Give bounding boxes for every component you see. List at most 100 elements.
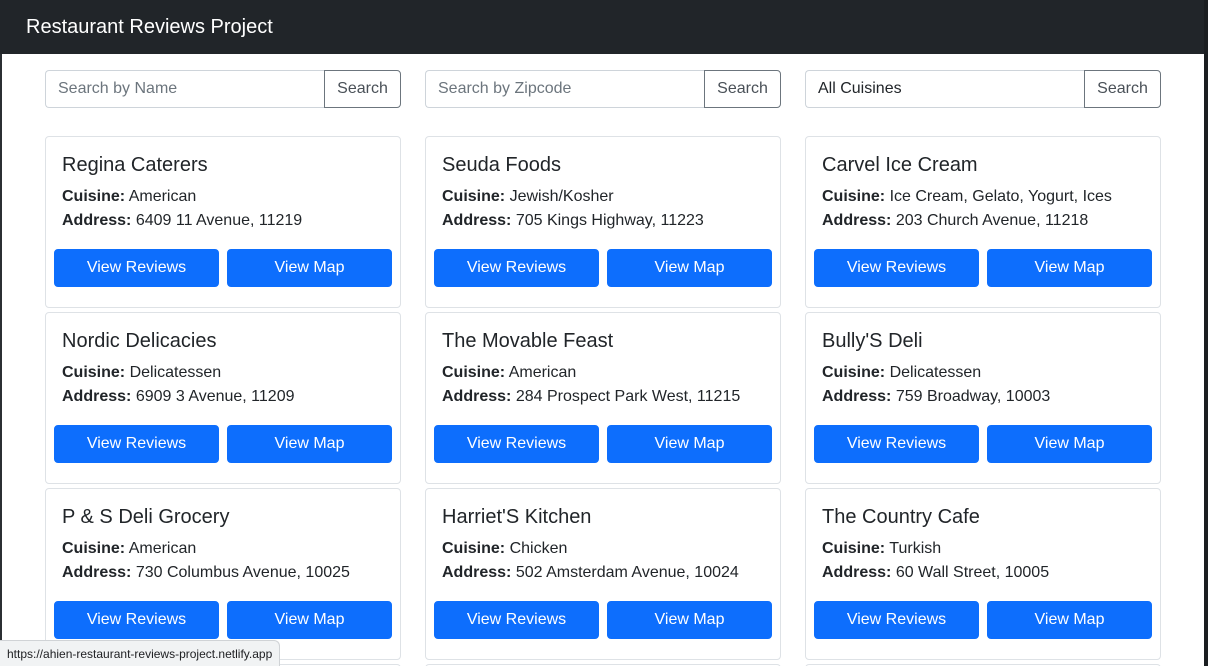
restaurant-cuisine: Cuisine: Delicatessen [62,361,384,385]
name-search-group: Search [45,70,401,108]
address-label: Address: [822,388,892,405]
card-actions: View Reviews View Map [54,425,392,463]
view-map-button[interactable]: View Map [987,249,1152,287]
cuisine-label: Cuisine: [442,540,506,557]
view-map-button[interactable]: View Map [607,425,772,463]
address-label: Address: [442,212,512,229]
card-actions: View Reviews View Map [54,249,392,287]
search-row: Search Search All Cuisines Search [45,70,1161,108]
navbar-brand[interactable]: Restaurant Reviews Project [26,16,273,39]
restaurant-card: The Movable Feast Cuisine: American Addr… [425,312,781,484]
view-map-button[interactable]: View Map [227,249,392,287]
card-actions: View Reviews View Map [434,249,772,287]
cuisine-value: Delicatessen [889,364,982,381]
restaurant-address: Address: 759 Broadway, 10003 [822,385,1144,409]
cuisine-label: Cuisine: [822,540,886,557]
restaurant-address: Address: 284 Prospect Park West, 11215 [442,385,764,409]
restaurant-grid: Regina Caterers Cuisine: American Addres… [45,136,1161,666]
restaurant-cuisine: Cuisine: American [62,537,384,561]
restaurant-card: Harriet'S Kitchen Cuisine: Chicken Addre… [425,488,781,660]
view-map-button[interactable]: View Map [607,249,772,287]
zip-search-button[interactable]: Search [704,70,781,108]
view-reviews-button[interactable]: View Reviews [434,601,599,639]
restaurant-card: Seuda Foods Cuisine: Jewish/Kosher Addre… [425,136,781,308]
restaurant-name: Harriet'S Kitchen [442,506,592,528]
restaurant-name: Seuda Foods [442,154,561,176]
cuisine-label: Cuisine: [442,188,506,205]
address-value: 284 Prospect Park West, 11215 [515,388,741,405]
view-map-button[interactable]: View Map [227,425,392,463]
view-reviews-button[interactable]: View Reviews [54,249,219,287]
cuisine-value: Delicatessen [129,364,222,381]
card-actions: View Reviews View Map [814,601,1152,639]
view-reviews-button[interactable]: View Reviews [434,425,599,463]
view-map-button[interactable]: View Map [987,601,1152,639]
address-label: Address: [442,564,512,581]
address-value: 203 Church Avenue, 11218 [895,212,1089,229]
view-reviews-button[interactable]: View Reviews [814,601,979,639]
view-map-button[interactable]: View Map [607,601,772,639]
cuisine-value: Jewish/Kosher [509,188,614,205]
cuisine-value: Turkish [889,540,942,557]
view-reviews-button[interactable]: View Reviews [434,249,599,287]
address-value: 6909 3 Avenue, 11209 [135,388,295,405]
restaurant-name: Regina Caterers [62,154,208,176]
restaurant-card: Nordic Delicacies Cuisine: Delicatessen … [45,312,401,484]
view-reviews-button[interactable]: View Reviews [814,425,979,463]
address-label: Address: [62,388,132,405]
address-value: 6409 11 Avenue, 11219 [135,212,303,229]
cuisine-value: American [508,364,577,381]
address-value: 705 Kings Highway, 11223 [515,212,704,229]
restaurant-cuisine: Cuisine: Ice Cream, Gelato, Yogurt, Ices [822,185,1144,209]
status-bar-url: https://ahien-restaurant-reviews-project… [0,640,281,666]
restaurant-cuisine: Cuisine: Delicatessen [822,361,1144,385]
address-value: 502 Amsterdam Avenue, 10024 [515,564,739,581]
restaurant-cuisine: Cuisine: Turkish [822,537,1144,561]
address-label: Address: [822,564,892,581]
restaurant-cuisine: Cuisine: Jewish/Kosher [442,185,764,209]
restaurant-address: Address: 6909 3 Avenue, 11209 [62,385,384,409]
card-actions: View Reviews View Map [54,601,392,639]
view-reviews-button[interactable]: View Reviews [54,601,219,639]
cuisine-value: American [128,188,197,205]
cuisine-label: Cuisine: [62,364,126,381]
cuisine-select[interactable]: All Cuisines [805,70,1084,108]
cuisine-search-button[interactable]: Search [1084,70,1161,108]
cuisine-search-group: All Cuisines Search [805,70,1161,108]
cuisine-label: Cuisine: [822,364,886,381]
restaurant-name: Carvel Ice Cream [822,154,978,176]
card-actions: View Reviews View Map [814,425,1152,463]
view-map-button[interactable]: View Map [987,425,1152,463]
card-actions: View Reviews View Map [814,249,1152,287]
restaurant-card: Carvel Ice Cream Cuisine: Ice Cream, Gel… [805,136,1161,308]
restaurant-address: Address: 730 Columbus Avenue, 10025 [62,561,384,585]
restaurant-address: Address: 705 Kings Highway, 11223 [442,209,764,233]
restaurant-card: P & S Deli Grocery Cuisine: American Add… [45,488,401,660]
address-value: 730 Columbus Avenue, 10025 [135,564,350,581]
restaurant-address: Address: 6409 11 Avenue, 11219 [62,209,384,233]
restaurant-cuisine: Cuisine: American [442,361,764,385]
name-search-input[interactable] [45,70,324,108]
address-label: Address: [822,212,892,229]
navbar: Restaurant Reviews Project [0,0,1204,54]
card-actions: View Reviews View Map [434,425,772,463]
name-search-button[interactable]: Search [324,70,401,108]
address-label: Address: [442,388,512,405]
window-edge-left [0,54,2,666]
restaurant-card: Bully'S Deli Cuisine: Delicatessen Addre… [805,312,1161,484]
cuisine-value: American [128,540,197,557]
cuisine-label: Cuisine: [62,188,126,205]
restaurant-address: Address: 60 Wall Street, 10005 [822,561,1144,585]
view-map-button[interactable]: View Map [227,601,392,639]
restaurant-address: Address: 203 Church Avenue, 11218 [822,209,1144,233]
restaurant-name: The Movable Feast [442,330,614,352]
view-reviews-button[interactable]: View Reviews [814,249,979,287]
restaurant-cuisine: Cuisine: Chicken [442,537,764,561]
restaurant-card: The Country Cafe Cuisine: Turkish Addres… [805,488,1161,660]
view-reviews-button[interactable]: View Reviews [54,425,219,463]
cuisine-label: Cuisine: [822,188,886,205]
restaurant-card: Regina Caterers Cuisine: American Addres… [45,136,401,308]
address-label: Address: [62,564,132,581]
zip-search-input[interactable] [425,70,704,108]
card-actions: View Reviews View Map [434,601,772,639]
